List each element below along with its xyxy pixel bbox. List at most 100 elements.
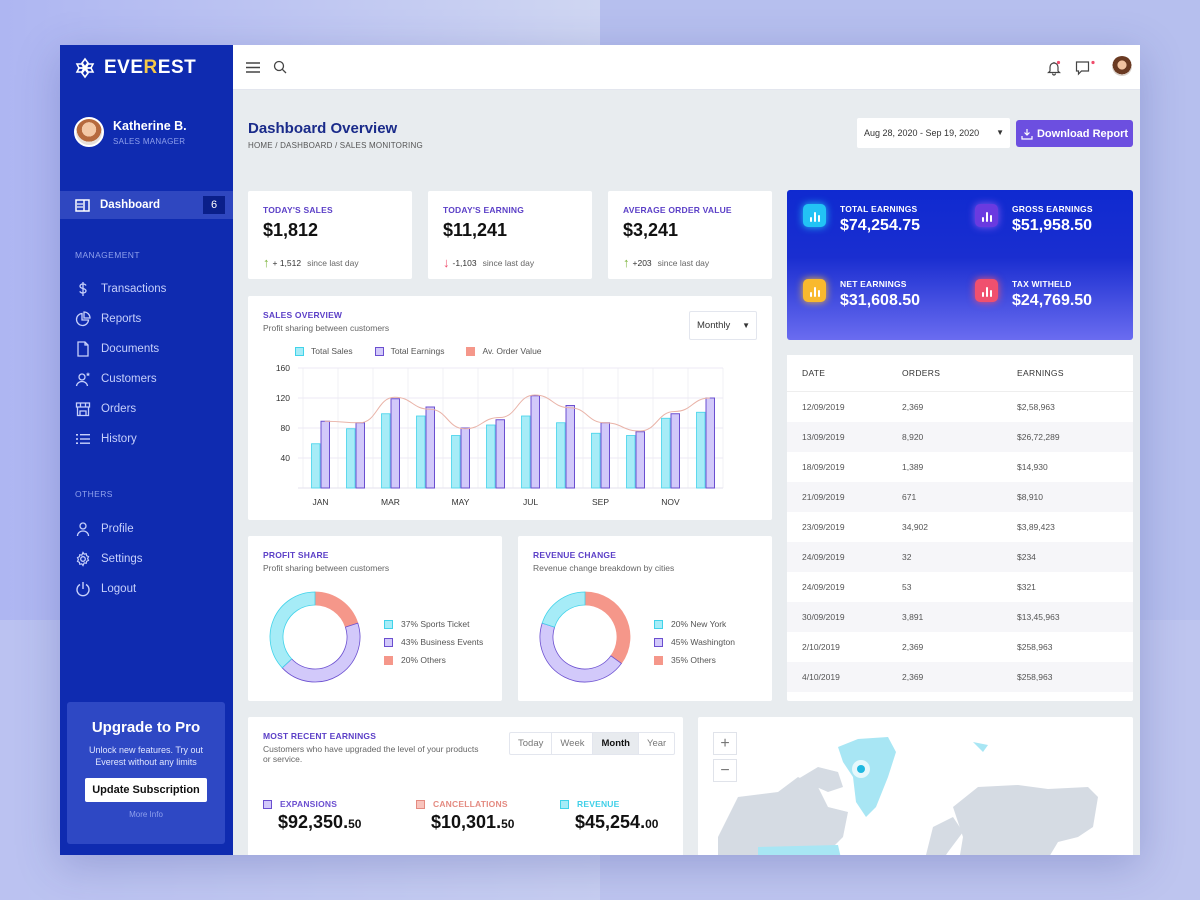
- sidebar-item-logout[interactable]: Logout: [75, 581, 136, 597]
- cell-orders: 2,369: [902, 402, 924, 412]
- profit-share-card: PROFIT SHARE Profit sharing between cust…: [248, 536, 502, 701]
- table-row[interactable]: 12/09/2019 2,369 $2,58,963: [787, 392, 1133, 422]
- gear-icon: [76, 551, 90, 567]
- bar-chart-icon: [803, 204, 826, 227]
- card-subtitle: Profit sharing between customers: [263, 563, 390, 573]
- revenue-change-donut: [539, 591, 631, 683]
- logo[interactable]: EVEREST: [74, 57, 196, 79]
- tab-week[interactable]: Week: [552, 733, 594, 754]
- profit-share-legend: 37% Sports Ticket 43% Business Events 20…: [384, 619, 483, 665]
- download-icon: [1021, 128, 1033, 140]
- legend-total-earnings[interactable]: Total Earnings: [374, 346, 444, 356]
- tab-year[interactable]: Year: [639, 733, 674, 754]
- sidebar-item-customers[interactable]: Customers: [75, 371, 157, 387]
- table-row[interactable]: 4/10/2019 2,369 $258,963: [787, 662, 1133, 692]
- search-icon[interactable]: [273, 60, 287, 74]
- sidebar-item-orders[interactable]: Orders: [75, 401, 136, 417]
- sidebar-item-profile[interactable]: Profile: [75, 521, 134, 537]
- column-header-date[interactable]: DATE: [787, 368, 902, 378]
- donut-slice-business-events: [281, 622, 361, 683]
- cell-orders: 2,369: [902, 672, 924, 682]
- chat-icon[interactable]: [1075, 60, 1095, 76]
- world-map[interactable]: [698, 717, 1133, 855]
- donut-slice-others: [584, 591, 631, 665]
- bar-total-sales: [591, 432, 601, 489]
- stat-value: $1,812: [263, 220, 319, 240]
- sales-overview-chart: 40 80 120 160 JAN MAR MAY JUL SEP NOV: [276, 363, 724, 507]
- legend-item: 20% New York: [654, 619, 735, 629]
- cell-orders: 3,891: [902, 612, 924, 622]
- sidebar-item-transactions[interactable]: Transactions: [75, 281, 166, 297]
- bar-total-earnings: [600, 422, 610, 489]
- column-header-earnings[interactable]: EARNINGS: [1017, 368, 1133, 378]
- date-range-value: Aug 28, 2020 - Sep 19, 2020: [864, 128, 980, 138]
- bar-total-sales: [311, 443, 321, 489]
- map-zoom-in-button[interactable]: +: [713, 732, 737, 755]
- user-name: Katherine B.: [113, 118, 187, 133]
- cell-earnings: $3,89,423: [1017, 522, 1055, 532]
- column-header-orders[interactable]: ORDERS: [902, 368, 1017, 378]
- tab-month[interactable]: Month: [593, 733, 639, 754]
- table-row[interactable]: 18/09/2019 1,389 $14,930: [787, 452, 1133, 482]
- hamburger-menu-icon[interactable]: [246, 62, 260, 73]
- period-select[interactable]: Monthly ▼: [689, 311, 757, 340]
- user-profile[interactable]: Katherine B. SALES MANAGER: [74, 117, 187, 147]
- stat-card-todays-earning: TODAY'S EARNING $11,241 ↓ -1,103 since las…: [428, 191, 592, 279]
- stat-delta: ↑ +203 since last day: [623, 255, 710, 270]
- cell-orders: 34,902: [902, 522, 928, 532]
- table-row[interactable]: 13/09/2019 8,920 $26,72,289: [787, 422, 1133, 452]
- dashboard-icon: [75, 198, 90, 212]
- sidebar-item-label: History: [101, 433, 137, 445]
- cell-earnings: $234: [1017, 552, 1036, 562]
- card-title: PROFIT SHARE: [263, 550, 329, 560]
- bar-total-earnings: [530, 395, 540, 489]
- sidebar-item-label: Orders: [101, 403, 137, 415]
- legend-total-sales[interactable]: Total Sales: [295, 346, 353, 356]
- snowflake-logo-icon: [75, 57, 95, 79]
- y-tick-label: 120: [276, 393, 290, 403]
- table-row[interactable]: 2/10/2019 2,369 $258,963: [787, 632, 1133, 662]
- metric-revenue: REVENUE $45,254.00: [560, 799, 658, 833]
- card-title: SALES OVERVIEW: [263, 310, 343, 320]
- map-zoom-out-button[interactable]: −: [713, 759, 737, 782]
- sidebar: EVEREST Katherine B. SALES MANAGER Dashb…: [60, 45, 233, 855]
- header-avatar[interactable]: [1112, 56, 1132, 76]
- tab-today[interactable]: Today: [510, 733, 553, 754]
- revenue-change-card: REVENUE CHANGE Revenue change breakdown …: [518, 536, 772, 701]
- table-row[interactable]: 30/09/2019 3,891 $13,45,963: [787, 602, 1133, 632]
- table-row[interactable]: 23/09/2019 34,902 $3,89,423: [787, 512, 1133, 542]
- brand-name: EVEREST: [104, 57, 197, 78]
- profit-share-donut: [269, 591, 361, 683]
- map-region-svalbard: [973, 742, 988, 752]
- list-icon: [76, 434, 90, 444]
- sidebar-item-documents[interactable]: Documents: [75, 341, 159, 357]
- update-subscription-button[interactable]: Update Subscription: [85, 778, 207, 802]
- date-range-picker[interactable]: Aug 28, 2020 - Sep 19, 2020 ▼: [857, 118, 1010, 148]
- sidebar-item-settings[interactable]: Settings: [75, 551, 143, 567]
- download-report-button[interactable]: Download Report: [1016, 120, 1133, 147]
- table-row[interactable]: 24/09/2019 32 $234: [787, 542, 1133, 572]
- more-info-link[interactable]: More Info: [67, 810, 225, 819]
- sidebar-item-reports[interactable]: Reports: [75, 311, 141, 327]
- most-recent-earnings-card: MOST RECENT EARNINGS Customers who have …: [248, 717, 683, 855]
- bar-total-sales: [661, 417, 671, 489]
- table-row[interactable]: 21/09/2019 671 $8,910: [787, 482, 1133, 512]
- avatar: [74, 117, 104, 147]
- sidebar-item-label: Dashboard: [100, 199, 161, 211]
- legend-av-order-value[interactable]: Av. Order Value: [466, 346, 542, 356]
- sidebar-item-dashboard[interactable]: Dashboard 6: [60, 191, 233, 219]
- map-region-europe: [926, 817, 963, 855]
- table-body: 12/09/2019 2,369 $2,58,963 13/09/2019 8,920 $…: [787, 392, 1133, 692]
- bell-icon[interactable]: [1047, 60, 1061, 76]
- page-title: Dashboard Overview: [248, 120, 398, 137]
- power-icon: [76, 582, 90, 597]
- bar-chart-icon: [975, 204, 998, 227]
- table-row[interactable]: 24/09/2019 53 $321: [787, 572, 1133, 602]
- legend-item: 20% Others: [384, 655, 483, 665]
- map-region-russia: [953, 785, 1098, 855]
- arrow-up-icon: ↑: [263, 255, 270, 270]
- sidebar-item-history[interactable]: History: [75, 431, 137, 447]
- y-tick-label: 40: [281, 453, 291, 463]
- cell-date: 30/09/2019: [802, 612, 845, 622]
- bar-total-sales: [521, 415, 531, 489]
